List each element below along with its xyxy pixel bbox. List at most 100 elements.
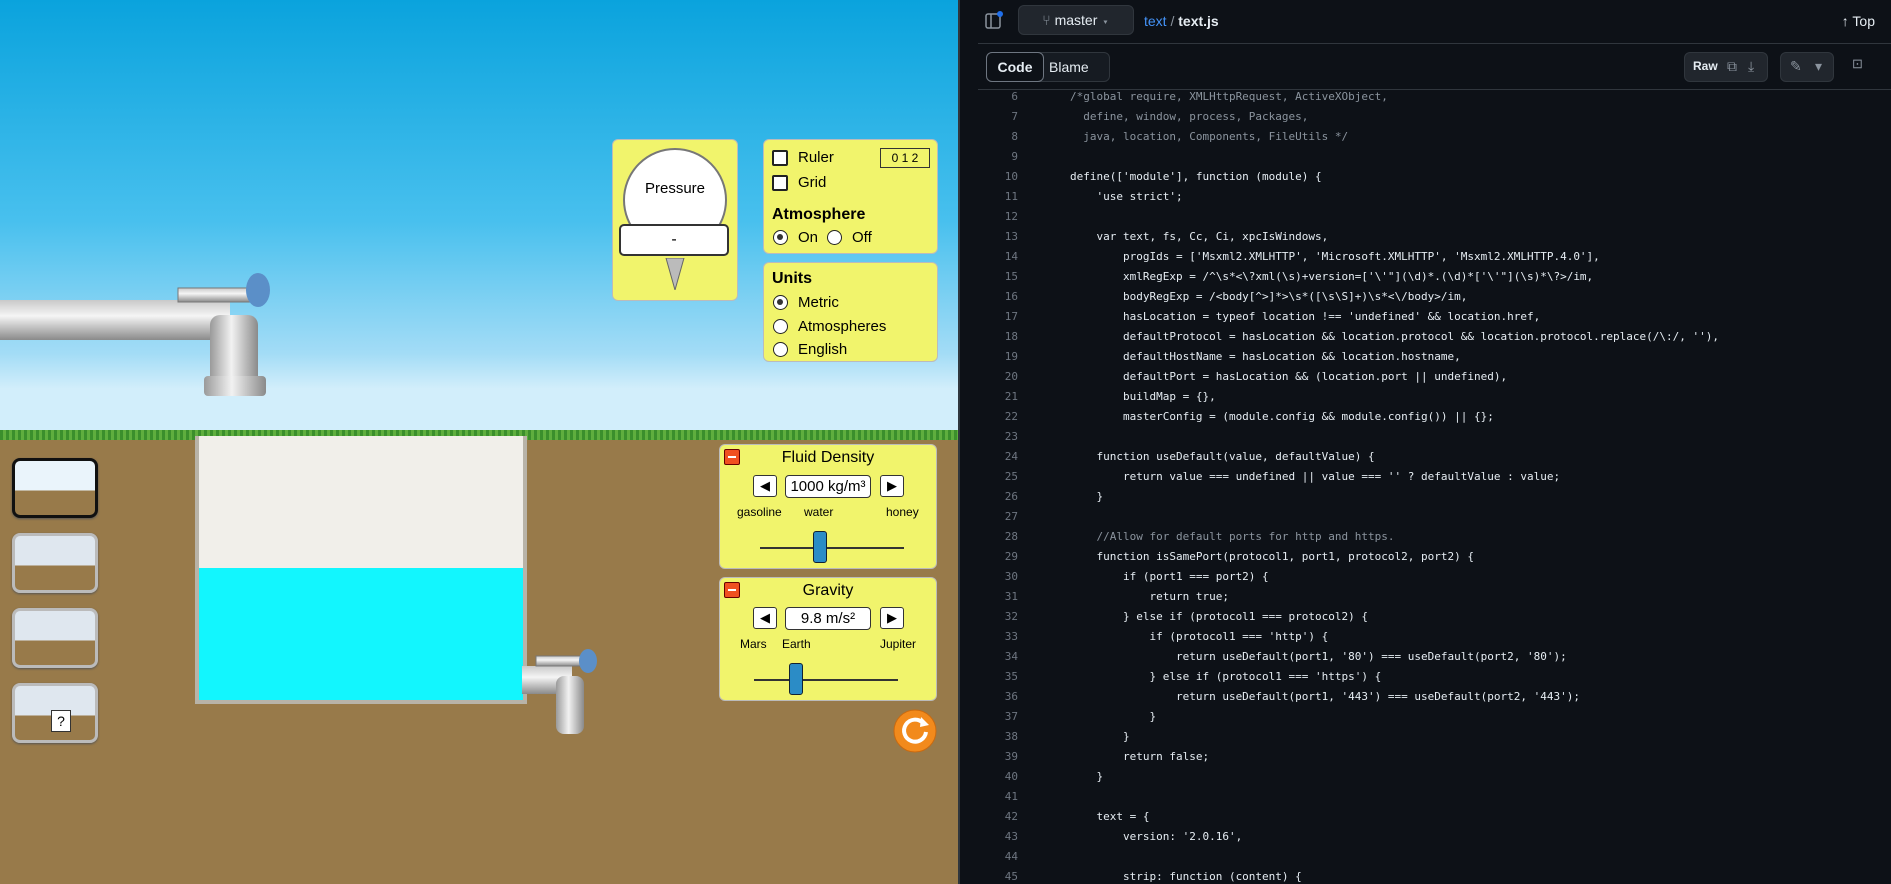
gravity-increase-button[interactable]: ▶ <box>880 607 904 629</box>
top-button[interactable]: ↑ Top <box>1842 13 1875 29</box>
code-line: hasLocation = typeof location !== 'undef… <box>1070 310 1541 323</box>
breadcrumb-dir[interactable]: text <box>1144 13 1167 29</box>
code-line: progIds = ['Msxml2.XMLHTTP', 'Microsoft.… <box>1070 250 1600 263</box>
scene-tab-pool[interactable] <box>12 458 98 518</box>
density-title: Fluid Density <box>781 449 875 466</box>
code-line: } <box>1070 730 1130 743</box>
code-line: version: '2.0.16', <box>1070 830 1243 843</box>
ruler-checkbox[interactable]: Ruler <box>772 149 834 166</box>
grid-label: Grid <box>798 174 827 191</box>
line-number: 13 <box>1004 230 1018 243</box>
line-number: 26 <box>1004 490 1018 503</box>
code-line: defaultProtocol = hasLocation && locatio… <box>1070 330 1720 343</box>
code-line: } <box>1070 490 1104 503</box>
symbols-icon[interactable]: ⊡ <box>1852 56 1863 72</box>
code-line: bodyRegExp = /<body[^>]*>\s*([\s\S]+)\s*… <box>1070 290 1468 303</box>
code-line: function isSamePort(protocol1, port1, pr… <box>1070 550 1474 563</box>
density-slider-track <box>760 547 904 549</box>
line-number: 44 <box>1004 850 1018 863</box>
atmosphere-on-radio[interactable]: On <box>773 229 818 246</box>
line-number: 23 <box>1004 430 1018 443</box>
line-number: 38 <box>1004 730 1018 743</box>
density-tick-gasoline: gasoline <box>737 505 782 519</box>
code-line: return false; <box>1070 750 1210 763</box>
copy-icon[interactable]: ⧉ <box>1727 58 1737 75</box>
density-increase-button[interactable]: ▶ <box>880 475 904 497</box>
density-slider-thumb[interactable] <box>813 531 828 563</box>
reset-icon[interactable] <box>892 708 938 754</box>
code-line: } else if (protocol1 === protocol2) { <box>1070 610 1369 623</box>
download-icon[interactable]: ⤓ <box>1748 58 1754 75</box>
units-panel: Units Metric Atmospheres English <box>763 262 938 362</box>
metric-radio[interactable]: Metric <box>773 294 839 311</box>
units-heading: Units <box>772 270 812 287</box>
atmospheres-radio[interactable]: Atmospheres <box>773 318 886 335</box>
line-number: 15 <box>1004 270 1018 283</box>
atmosphere-heading: Atmosphere <box>772 206 866 223</box>
tab-code[interactable]: Code <box>986 52 1044 82</box>
branch-name: master <box>1054 12 1098 28</box>
code-line: masterConfig = (module.config && module.… <box>1070 410 1494 423</box>
code-line: defaultHostName = hasLocation && locatio… <box>1070 350 1461 363</box>
code-line: if (protocol1 === 'http') { <box>1070 630 1329 643</box>
sidebar-toggle-icon[interactable] <box>984 11 1004 31</box>
scene-tab-trapezoid[interactable] <box>12 533 98 593</box>
gravity-value: 9.8 m/s² <box>785 607 871 630</box>
line-number: 31 <box>1004 590 1018 603</box>
code-line: 'use strict'; <box>1070 190 1183 203</box>
pencil-icon[interactable]: ✎ <box>1790 58 1802 75</box>
line-number: 9 <box>1011 150 1018 163</box>
line-number: 17 <box>1004 310 1018 323</box>
line-number: 24 <box>1004 450 1018 463</box>
code-line: return value === undefined || value === … <box>1070 470 1561 483</box>
mystery-label: ? <box>51 710 71 732</box>
code-line: /*global require, XMLHttpRequest, Active… <box>1070 90 1388 103</box>
branch-selector[interactable]: ⑂ master ▾ <box>1018 5 1134 35</box>
density-tick-water: water <box>804 505 834 519</box>
gravity-panel: Gravity ◀ 9.8 m/s² ▶ Mars Earth Jupiter <box>719 577 937 701</box>
drain-faucet[interactable] <box>522 646 602 738</box>
atmospheres-label: Atmospheres <box>798 318 887 335</box>
line-number: 43 <box>1004 830 1018 843</box>
tab-blame[interactable]: Blame <box>1049 59 1089 75</box>
gravity-slider-thumb[interactable] <box>788 663 803 695</box>
gravity-title: Gravity <box>802 582 854 599</box>
line-number: 6 <box>1011 90 1018 103</box>
ruler-icon: 0 1 2 <box>880 148 930 168</box>
water-pool <box>195 436 527 704</box>
code-line: define(['module'], function (module) { <box>1070 170 1322 183</box>
fluid-density-panel: Fluid Density ◀ 1000 kg/m³ ▶ gasoline wa… <box>719 444 937 569</box>
code-line: var text, fs, Cc, Ci, xpcIsWindows, <box>1070 230 1329 243</box>
pressure-readout: - <box>619 224 729 256</box>
scene-tab-mystery[interactable]: ? <box>12 683 98 743</box>
code-line: return useDefault(port1, '443') === useD… <box>1070 690 1580 703</box>
code-line: } <box>1070 710 1157 723</box>
code-toolbar: Code Blame Raw ⧉ ⤓ ✎ ▾ ⊡ <box>978 44 1891 90</box>
line-number: 16 <box>1004 290 1018 303</box>
chevron-down-icon[interactable]: ▾ <box>1815 58 1822 75</box>
code-line: text = { <box>1070 810 1150 823</box>
code-line: } else if (protocol1 === 'https') { <box>1070 670 1382 683</box>
gravity-slider-track <box>754 679 898 681</box>
edit-actions: ✎ ▾ <box>1780 52 1834 82</box>
raw-button[interactable]: Raw <box>1693 59 1718 73</box>
density-decrease-button[interactable]: ◀ <box>753 475 777 497</box>
english-radio[interactable]: English <box>773 341 847 358</box>
grid-checkbox[interactable]: Grid <box>772 174 826 191</box>
line-number: 11 <box>1004 190 1018 203</box>
gravity-decrease-button[interactable]: ◀ <box>753 607 777 629</box>
code-line: function useDefault(value, defaultValue)… <box>1070 450 1375 463</box>
pressure-gauge[interactable]: Pressure - <box>612 139 738 301</box>
breadcrumb-sep: / <box>1170 13 1175 29</box>
line-number: 35 <box>1004 670 1018 683</box>
line-number: 40 <box>1004 770 1018 783</box>
line-number: 19 <box>1004 350 1018 363</box>
input-faucet[interactable] <box>0 270 280 402</box>
atmosphere-off-radio[interactable]: Off <box>827 229 872 246</box>
gravity-tick-jupiter: Jupiter <box>880 637 917 651</box>
line-number: 30 <box>1004 570 1018 583</box>
metric-label: Metric <box>798 294 839 311</box>
file-header: ⑂ master ▾ text / text.js ↑ Top <box>978 0 1891 44</box>
scene-tab-chamber[interactable] <box>12 608 98 668</box>
breadcrumb-file: text.js <box>1178 13 1219 29</box>
